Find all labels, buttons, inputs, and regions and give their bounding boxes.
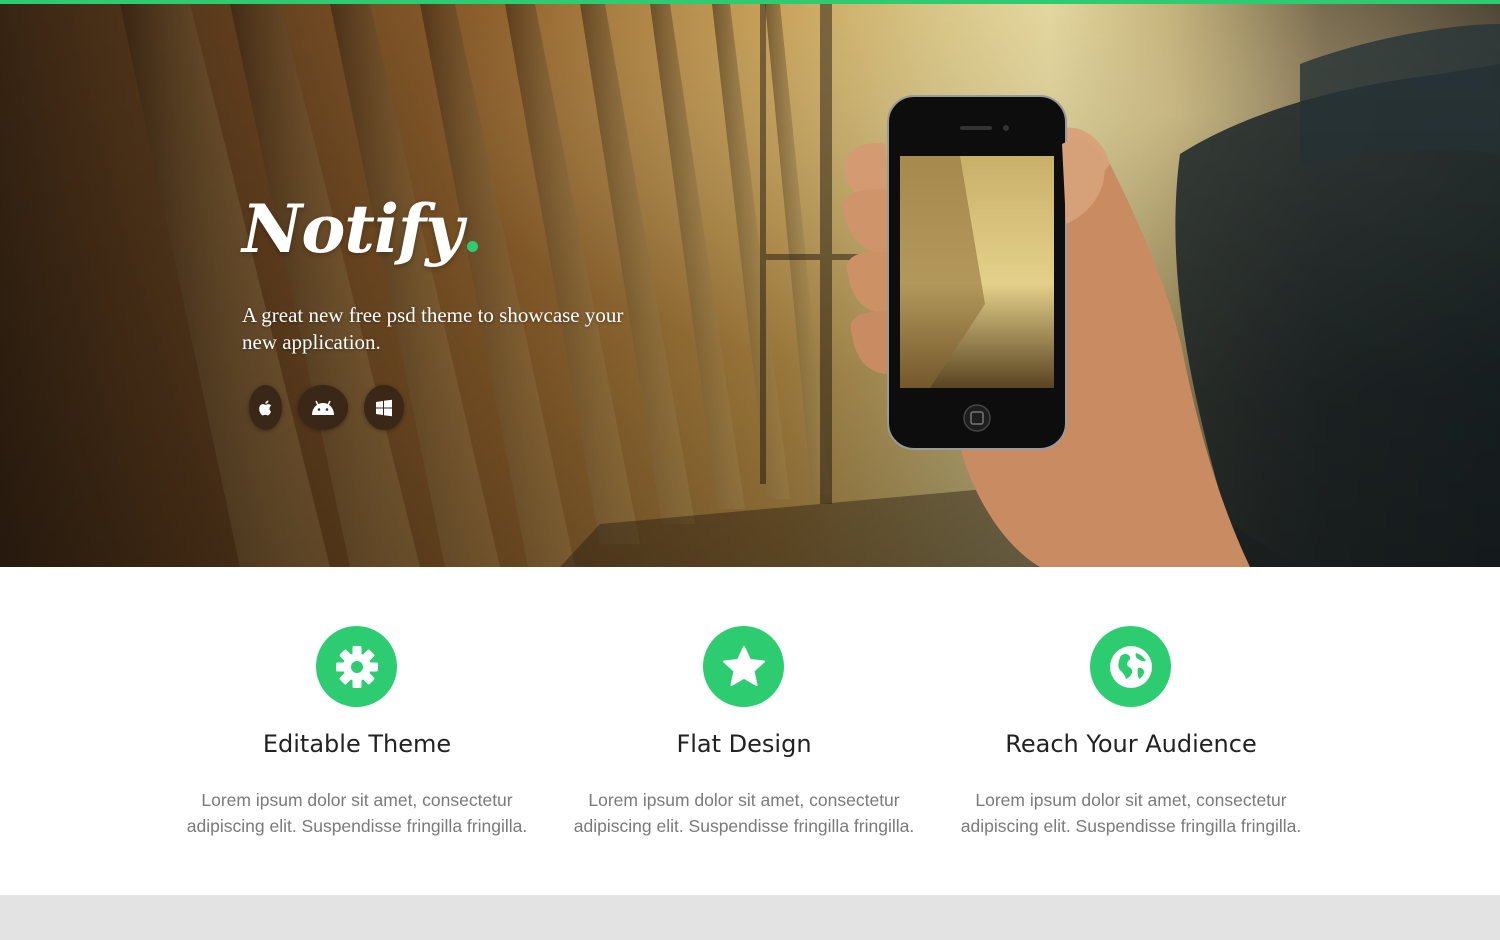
hero-tagline: A great new free psd theme to showcase y… [242,303,624,354]
star-icon [722,645,765,686]
feature-icon-circle [316,626,397,707]
feature-icon-circle [703,626,784,707]
logo-dot [466,241,478,252]
logo[interactable]: Notify [242,184,662,274]
android-icon [312,400,334,415]
android-store-button[interactable] [298,385,348,430]
hero-content: Notify A great new free psd theme to sho… [242,184,662,430]
top-accent-bar [0,0,1500,4]
phone-mockup [887,95,1067,450]
feature-title: Flat Design [676,730,812,758]
feature-description: Lorem ipsum dolor sit amet, consectetur … [960,790,1302,836]
gear-icon [335,645,378,688]
windows-store-button[interactable] [364,385,404,430]
feature-title: Editable Theme [262,730,452,758]
feature-description: Lorem ipsum dolor sit amet, consectetur … [573,790,915,836]
feature-title: Reach Your Audience [1005,730,1257,758]
next-section-band [0,895,1500,940]
feature-icon-circle [1090,626,1171,707]
windows-icon [376,399,392,416]
hero-background-image [0,4,1500,567]
feature-description: Lorem ipsum dolor sit amet, consectetur … [186,790,528,836]
apple-icon [258,400,271,415]
globe-icon [1109,645,1152,688]
hero-section: Notify A great new free psd theme to sho… [0,4,1500,567]
features-section: Editable Theme Lorem ipsum dolor sit ame… [0,567,1500,895]
apple-store-button[interactable] [249,385,282,430]
logo-text: Notify [242,190,464,268]
